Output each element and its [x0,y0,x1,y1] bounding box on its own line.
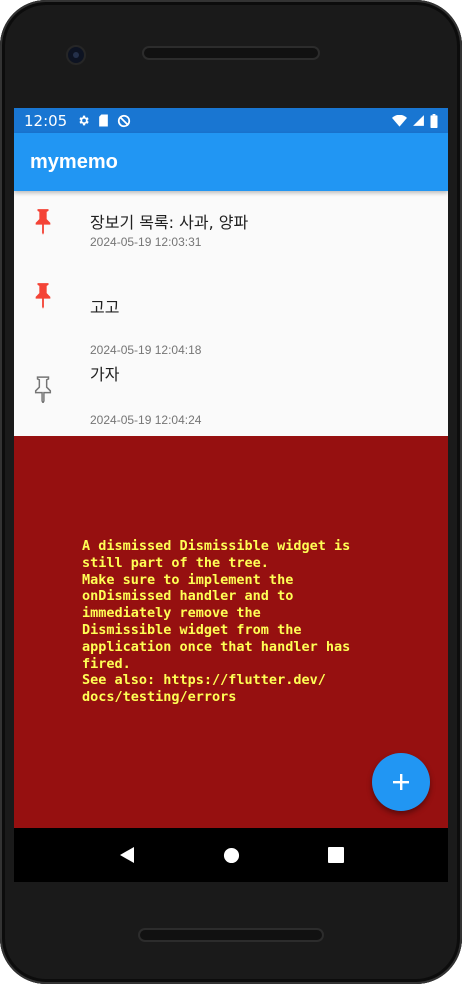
memo-item[interactable]: 가자 2024-05-19 12:04:24 [14,355,448,436]
home-icon[interactable] [223,847,240,864]
plus-icon [393,774,409,790]
bottom-speaker [138,928,324,942]
memo-item[interactable]: 장보기 목록: 사과, 양파 2024-05-19 12:03:31 [14,191,448,273]
memo-list: 장보기 목록: 사과, 양파 2024-05-19 12:03:31 고고 20… [14,191,448,436]
status-time: 12:05 [24,111,68,130]
gear-icon [79,115,89,126]
error-message: A dismissed Dismissible widget is still … [82,538,351,706]
earpiece-speaker [142,46,320,60]
add-memo-button[interactable] [372,753,430,811]
battery-icon [430,113,438,128]
app-bar: mymemo [14,133,448,191]
app-title: mymemo [30,150,118,173]
recents-icon[interactable] [328,847,345,863]
memo-text: 장보기 목록: 사과, 양파 [90,213,249,232]
memo-date: 2024-05-19 12:04:24 [90,413,202,427]
pin-outline-icon[interactable] [32,375,54,403]
signal-icon [413,115,424,126]
memo-date: 2024-05-19 12:03:31 [90,235,202,249]
status-bar: 12:05 [14,108,448,133]
device-screen: 12:05 mymemo 장보기 목록: 사과, 양파 2024-05-19 1… [14,108,448,882]
phone-frame: 12:05 mymemo 장보기 목록: 사과, 양파 2024-05-19 1… [0,0,462,984]
navigation-bar [14,828,448,882]
status-icons-left [77,114,131,128]
pin-filled-icon[interactable] [32,207,54,235]
pin-filled-icon[interactable] [32,281,54,309]
status-icons-right [392,113,438,128]
front-camera [66,45,86,65]
back-icon[interactable] [118,846,136,864]
do-not-disturb-icon [118,114,131,127]
wifi-icon [392,114,407,127]
memo-text: 고고 [90,298,120,317]
memo-item[interactable]: 고고 2024-05-19 12:04:18 [14,273,448,357]
memo-text: 가자 [90,365,120,384]
sd-card-icon [99,114,109,127]
